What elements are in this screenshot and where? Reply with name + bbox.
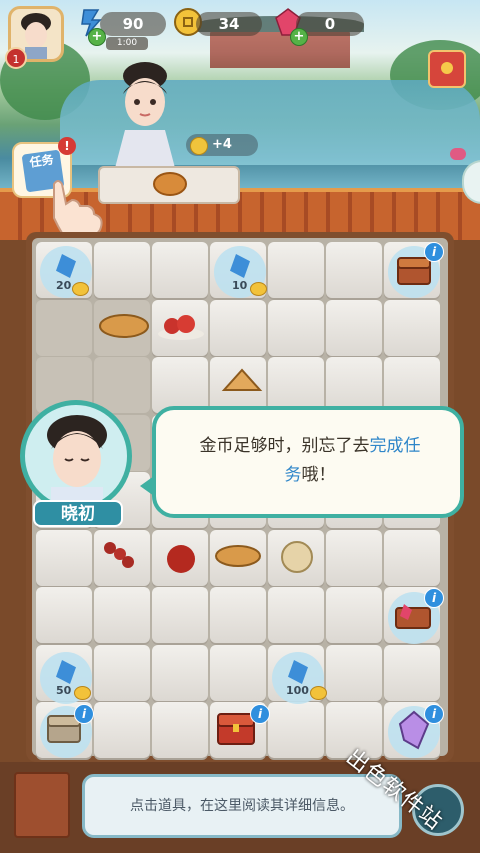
dialog-highlight-2: 务 <box>284 465 302 485</box>
chip-label-20: 20 <box>56 279 72 292</box>
item-info-panel: 点击道具，在这里阅读其详细信息。 <box>82 774 402 838</box>
board-cell[interactable] <box>210 644 266 701</box>
coin-icon <box>74 686 91 700</box>
info-icon[interactable]: i <box>424 242 444 262</box>
board-cell[interactable] <box>36 299 92 356</box>
board-cell[interactable] <box>326 242 382 298</box>
board-cell[interactable] <box>210 587 266 643</box>
stamina-timer: 1:00 <box>106 37 148 50</box>
dialog-text-end: 哦！ <box>301 465 336 485</box>
flatbread-icon[interactable] <box>276 540 318 574</box>
board-cell[interactable] <box>268 299 324 356</box>
add-stamina-button[interactable]: + <box>88 28 106 46</box>
fried-pastry-icon[interactable] <box>98 312 150 340</box>
board-cell[interactable] <box>94 587 150 643</box>
board-cell[interactable] <box>326 644 382 701</box>
board-cell[interactable] <box>94 357 150 413</box>
speaker-face-icon <box>47 415 107 507</box>
board-cell[interactable] <box>326 587 382 643</box>
board-cell[interactable] <box>152 357 208 413</box>
dialog-text-plain: 金币足够时，别忘了去 <box>199 436 370 456</box>
shop-icon[interactable] <box>428 50 466 88</box>
coin-icon <box>250 282 267 296</box>
dialog-bubble[interactable]: 金币足够时，别忘了去完成任务哦！ <box>140 406 464 518</box>
info-icon[interactable]: i <box>424 704 444 724</box>
board-cell[interactable] <box>268 357 324 413</box>
speaker-name: 晓初 <box>33 500 123 527</box>
chip-label-10: 10 <box>232 279 248 292</box>
board-cell[interactable] <box>268 587 324 643</box>
dialog-highlight-1: 完成任 <box>369 436 421 456</box>
tomato-dish-icon[interactable] <box>156 312 206 340</box>
board-cell[interactable] <box>268 702 324 758</box>
reward-coin-icon <box>190 137 208 155</box>
board-cell[interactable] <box>94 242 150 298</box>
sandwich-icon[interactable] <box>220 366 264 394</box>
board-cell[interactable] <box>268 242 324 298</box>
speaker-portrait <box>20 400 132 512</box>
board-cell[interactable] <box>152 702 208 758</box>
board-cell[interactable] <box>326 529 382 586</box>
board-cell[interactable] <box>152 242 208 298</box>
quest-alert-badge: ! <box>58 137 76 155</box>
dialog-text: 金币足够时，别忘了去完成任务哦！ <box>180 432 440 490</box>
info-icon[interactable]: i <box>74 704 94 724</box>
board-cell[interactable] <box>94 702 150 758</box>
chest-icon <box>397 257 431 285</box>
stamina-value: 90 <box>100 12 166 36</box>
board-cell[interactable] <box>384 357 440 413</box>
board-cell[interactable] <box>36 587 92 643</box>
info-icon[interactable]: i <box>424 588 444 608</box>
persimmon-icon[interactable] <box>162 540 200 574</box>
board-cell[interactable] <box>384 299 440 356</box>
board-cell[interactable] <box>326 357 382 413</box>
board-cell[interactable] <box>384 529 440 586</box>
candied-haws-icon[interactable] <box>98 534 138 574</box>
coin-value: 34 <box>196 12 262 36</box>
coin-icon <box>72 282 89 296</box>
chip-label-100: 100 <box>286 684 309 697</box>
order-counter[interactable] <box>98 166 240 204</box>
board-cell[interactable] <box>326 299 382 356</box>
add-gem-button[interactable]: + <box>290 28 308 46</box>
board-cell[interactable] <box>210 299 266 356</box>
info-icon[interactable]: i <box>250 704 270 724</box>
board-cell[interactable] <box>152 587 208 643</box>
board-cell[interactable] <box>384 644 440 701</box>
board-cell[interactable] <box>152 644 208 701</box>
coin-icon <box>310 686 327 700</box>
pancake-icon <box>153 172 187 196</box>
chip-label-50: 50 <box>56 684 72 697</box>
more-icon[interactable] <box>450 148 466 160</box>
player-level-badge: 1 <box>5 47 27 69</box>
storage-cabinet-icon[interactable] <box>14 772 70 838</box>
meat-bun-icon[interactable] <box>214 542 262 568</box>
board-cell[interactable] <box>94 644 150 701</box>
customer-npc <box>115 62 175 168</box>
board-cell[interactable] <box>36 529 92 586</box>
